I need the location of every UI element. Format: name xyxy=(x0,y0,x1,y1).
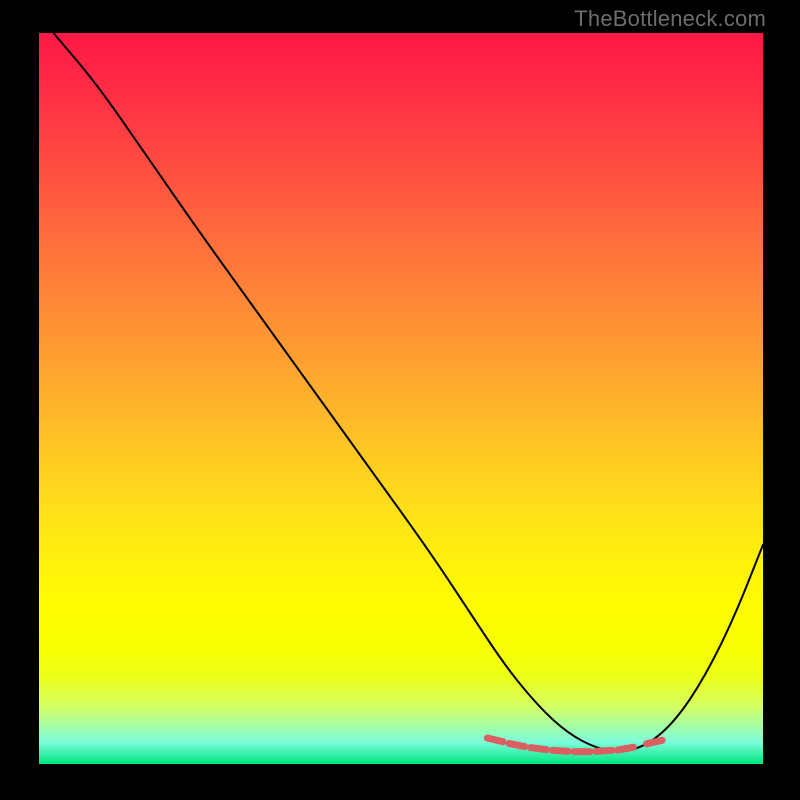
curve-layer xyxy=(39,33,763,764)
chart-frame: TheBottleneck.com xyxy=(0,0,800,800)
sweet-spot-dash xyxy=(531,748,547,750)
sweet-spot-dash xyxy=(618,747,634,750)
sweet-spot-dash xyxy=(552,750,568,751)
sweet-spot-markers xyxy=(487,738,662,752)
bottleneck-curve xyxy=(53,33,763,751)
sweet-spot-dash xyxy=(647,740,663,744)
sweet-spot-dash xyxy=(596,750,612,751)
sweet-spot-dash xyxy=(487,738,503,742)
watermark-text: TheBottleneck.com xyxy=(574,6,766,32)
plot-area xyxy=(39,33,763,764)
sweet-spot-dash xyxy=(509,743,525,746)
